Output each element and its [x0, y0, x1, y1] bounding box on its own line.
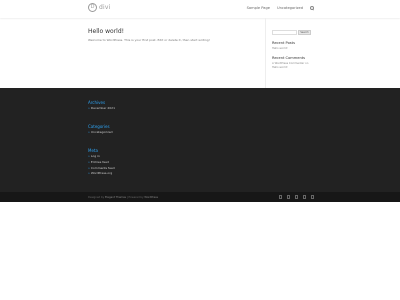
recent-comment-link[interactable]: A WordPress Commenter on Hello world!	[272, 62, 314, 69]
social-icons	[279, 195, 314, 199]
sidebar-search: Search	[272, 30, 314, 35]
google-plus-icon[interactable]	[295, 195, 298, 199]
main-nav: Sample Page Uncategorized	[247, 6, 315, 11]
post-title[interactable]: Hello world!	[88, 28, 258, 35]
archive-link[interactable]: »December 2021	[88, 106, 115, 111]
category-link[interactable]: »Uncategorized	[88, 130, 113, 135]
footer-credits: Designed by Elegant Themes | Powered by …	[88, 196, 158, 199]
categories-heading: Categories	[88, 124, 110, 129]
meta-link-login[interactable]: »Log in	[88, 154, 115, 159]
footer-widgets: Archives »December 2021 Categories »Unca…	[0, 88, 400, 192]
meta-link-comments-feed[interactable]: »Comments feed	[88, 166, 115, 171]
categories-widget: Categories »Uncategorized	[88, 124, 113, 135]
footer-bottom-bar: Designed by Elegant Themes | Powered by …	[0, 192, 400, 202]
twitter-icon[interactable]	[287, 195, 290, 199]
archives-widget: Archives »December 2021	[88, 100, 115, 111]
site-header: D divi Sample Page Uncategorized	[0, 0, 400, 18]
logo-text: divi	[99, 4, 111, 11]
meta-link-entries-feed[interactable]: »Entries feed	[88, 160, 115, 165]
instagram-icon[interactable]	[303, 195, 306, 199]
sidebar: Search Recent Posts Hello world! Recent …	[272, 30, 314, 69]
recent-posts-heading: Recent Posts	[272, 41, 295, 45]
post-excerpt: Welcome to WordPress. This is your first…	[88, 38, 210, 42]
archives-heading: Archives	[88, 100, 106, 105]
sidebar-divider	[265, 18, 266, 88]
sidebar-search-button[interactable]: Search	[298, 30, 311, 35]
logo-mark: D	[88, 3, 97, 12]
elegant-themes-link[interactable]: Elegant Themes	[105, 196, 126, 199]
recent-comments-heading: Recent Comments	[272, 56, 306, 61]
search-icon[interactable]	[310, 6, 315, 11]
nav-link-sample-page[interactable]: Sample Page	[247, 6, 270, 10]
rss-icon[interactable]	[311, 195, 314, 199]
site-logo[interactable]: D divi	[88, 3, 111, 12]
recent-post-link[interactable]: Hello world!	[272, 47, 314, 50]
main-content: Hello world! Welcome to WordPress. This …	[88, 28, 258, 42]
wordpress-link[interactable]: WordPress	[144, 196, 158, 199]
sidebar-search-input[interactable]	[272, 30, 297, 35]
meta-heading: Meta	[88, 148, 98, 153]
facebook-icon[interactable]	[279, 195, 282, 199]
nav-link-uncategorized[interactable]: Uncategorized	[277, 6, 303, 10]
meta-widget: Meta »Log in »Entries feed »Comments fee…	[88, 148, 115, 176]
meta-link-wordpress-org[interactable]: »WordPress.org	[88, 171, 115, 176]
